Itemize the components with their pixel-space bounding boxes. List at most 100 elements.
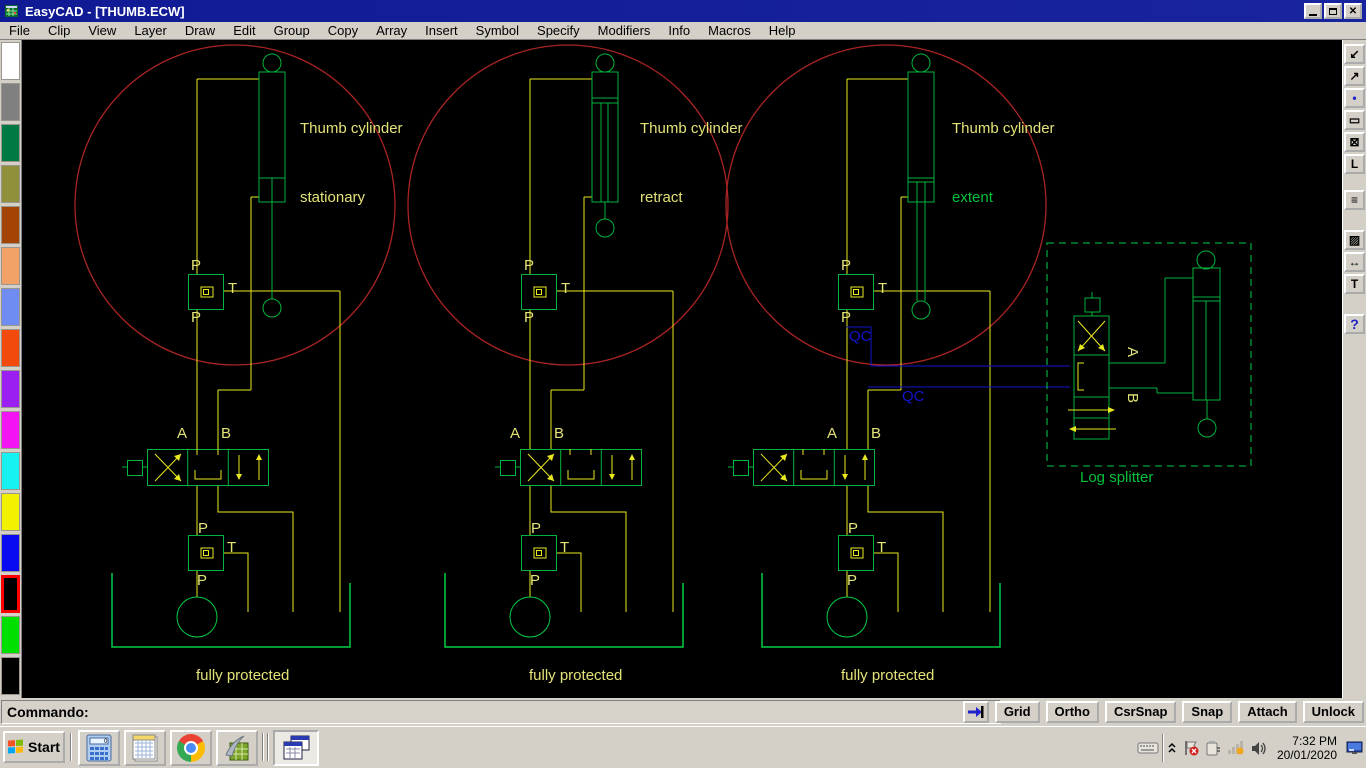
highlight-circles bbox=[75, 45, 1046, 365]
port-p-label: P bbox=[847, 572, 857, 589]
lines-tool-icon: ≡ bbox=[1351, 193, 1358, 207]
color-swatch[interactable] bbox=[1, 370, 20, 408]
color-swatch[interactable] bbox=[1, 534, 20, 572]
delete-tool-button[interactable]: ⊠ bbox=[1344, 132, 1365, 152]
keyboard-tray-icon[interactable] bbox=[1137, 741, 1159, 755]
menu-draw[interactable]: Draw bbox=[176, 23, 224, 38]
port-a-label: A bbox=[510, 425, 520, 442]
close-icon: ✕ bbox=[1349, 6, 1357, 17]
quicklaunch-handle[interactable] bbox=[262, 733, 264, 761]
color-swatch[interactable] bbox=[1, 165, 20, 203]
color-swatch[interactable] bbox=[1, 452, 20, 490]
point-tool-button[interactable]: • bbox=[1344, 88, 1365, 108]
minimize-button[interactable] bbox=[1304, 3, 1322, 19]
menu-clip[interactable]: Clip bbox=[39, 23, 79, 38]
grid-toggle-button[interactable]: Grid bbox=[995, 701, 1040, 723]
menu-modifiers[interactable]: Modifiers bbox=[589, 23, 660, 38]
power-plug-icon[interactable] bbox=[1205, 740, 1221, 756]
qc-label: QC bbox=[849, 328, 872, 345]
menu-view[interactable]: View bbox=[79, 23, 125, 38]
quicklaunch-handle[interactable] bbox=[267, 733, 269, 761]
drawing-canvas[interactable]: Thumb cylinder stationary fully protecte… bbox=[22, 40, 1342, 698]
attach-toggle-button[interactable]: Attach bbox=[1238, 701, 1296, 723]
arrow-tool-button[interactable]: ↗ bbox=[1344, 66, 1365, 86]
menu-layer[interactable]: Layer bbox=[125, 23, 176, 38]
color-swatch-selected[interactable] bbox=[1, 575, 20, 613]
action-center-flag-icon[interactable] bbox=[1183, 740, 1199, 756]
calculator-shortcut[interactable]: 0 bbox=[78, 730, 120, 766]
color-swatch[interactable] bbox=[1, 288, 20, 326]
restore-icon bbox=[1329, 8, 1337, 15]
port-a-label: A bbox=[827, 425, 837, 442]
ortho-toggle-button[interactable]: Ortho bbox=[1046, 701, 1099, 723]
highlight-circle-3 bbox=[726, 45, 1046, 365]
tank-symbol bbox=[112, 573, 350, 647]
menu-group[interactable]: Group bbox=[265, 23, 319, 38]
help-tool-button[interactable]: ? bbox=[1344, 314, 1365, 334]
port-p-label: P bbox=[524, 309, 534, 326]
taskbar-separator bbox=[70, 733, 72, 761]
line-tool-button[interactable]: ↙ bbox=[1344, 44, 1365, 64]
chrome-icon bbox=[177, 734, 205, 762]
color-swatch[interactable] bbox=[1, 411, 20, 449]
pump-symbol bbox=[510, 597, 550, 637]
circuit1-title: Thumb cylinder bbox=[300, 120, 403, 137]
rect-tool-button[interactable]: ▭ bbox=[1344, 110, 1365, 130]
menu-help[interactable]: Help bbox=[760, 23, 805, 38]
menu-symbol[interactable]: Symbol bbox=[467, 23, 528, 38]
angle-tool-button[interactable]: L bbox=[1344, 154, 1365, 174]
system-tray: 7:32 PM 20/01/2020 bbox=[1134, 730, 1366, 766]
menu-copy[interactable]: Copy bbox=[319, 23, 367, 38]
snap-toggle-button[interactable]: Snap bbox=[1182, 701, 1232, 723]
show-desktop-button[interactable] bbox=[1346, 740, 1364, 756]
color-swatch[interactable] bbox=[1, 124, 20, 162]
menu-array[interactable]: Array bbox=[367, 23, 416, 38]
lines-tool-button[interactable]: ≡ bbox=[1344, 190, 1365, 210]
hatch-tool-button[interactable]: ▨ bbox=[1344, 230, 1365, 250]
taskbar-clock[interactable]: 7:32 PM 20/01/2020 bbox=[1277, 734, 1337, 762]
tool-column: ↙ ↗ • ▭ ⊠ L ≡ ▨ ↔ T ? bbox=[1342, 40, 1366, 698]
port-t-label: T bbox=[228, 280, 237, 297]
menu-edit[interactable]: Edit bbox=[224, 23, 264, 38]
volume-speaker-icon[interactable] bbox=[1251, 741, 1268, 756]
tank-symbol bbox=[445, 573, 683, 647]
port-p-label: P bbox=[198, 520, 208, 537]
color-swatch[interactable] bbox=[1, 42, 20, 80]
qc-label: QC bbox=[902, 388, 925, 405]
easycad-task-button[interactable] bbox=[273, 730, 319, 766]
port-t-label: T bbox=[878, 280, 887, 297]
menu-file[interactable]: File bbox=[0, 23, 39, 38]
chrome-shortcut[interactable] bbox=[170, 730, 212, 766]
color-swatch[interactable] bbox=[1, 247, 20, 285]
menu-insert[interactable]: Insert bbox=[416, 23, 467, 38]
cylinder-extent bbox=[908, 54, 934, 319]
port-b-label: B bbox=[221, 425, 231, 442]
close-button[interactable]: ✕ bbox=[1344, 3, 1362, 19]
csrsnap-toggle-button[interactable]: CsrSnap bbox=[1105, 701, 1176, 723]
command-input[interactable]: Commando: bbox=[1, 700, 1001, 724]
goto-end-button[interactable] bbox=[963, 701, 989, 723]
circuit-extent: QC QC Thumb cylinder extent fully protec… bbox=[728, 54, 1070, 684]
text-tool-button[interactable]: T bbox=[1344, 274, 1365, 294]
port-a-label: A bbox=[177, 425, 187, 442]
menu-info[interactable]: Info bbox=[659, 23, 699, 38]
menu-specify[interactable]: Specify bbox=[528, 23, 589, 38]
color-swatch[interactable] bbox=[1, 657, 20, 695]
color-swatch[interactable] bbox=[1, 493, 20, 531]
color-swatch[interactable] bbox=[1, 83, 20, 121]
calendar-shortcut[interactable] bbox=[124, 730, 166, 766]
restore-button[interactable] bbox=[1324, 3, 1342, 19]
port-t-label: T bbox=[561, 280, 570, 297]
network-signal-icon[interactable] bbox=[1227, 741, 1245, 755]
title-bar[interactable]: EasyCAD - [THUMB.ECW] ✕ bbox=[0, 0, 1366, 22]
color-swatch[interactable] bbox=[1, 616, 20, 654]
circuit3-state: extent bbox=[952, 189, 994, 206]
menu-macros[interactable]: Macros bbox=[699, 23, 760, 38]
cad-app-shortcut[interactable] bbox=[216, 730, 258, 766]
dimension-tool-button[interactable]: ↔ bbox=[1344, 252, 1365, 272]
color-swatch[interactable] bbox=[1, 206, 20, 244]
unlock-toggle-button[interactable]: Unlock bbox=[1303, 701, 1364, 723]
color-swatch[interactable] bbox=[1, 329, 20, 367]
tray-expand-chevron[interactable] bbox=[1167, 741, 1177, 755]
start-button[interactable]: Start bbox=[3, 731, 65, 763]
